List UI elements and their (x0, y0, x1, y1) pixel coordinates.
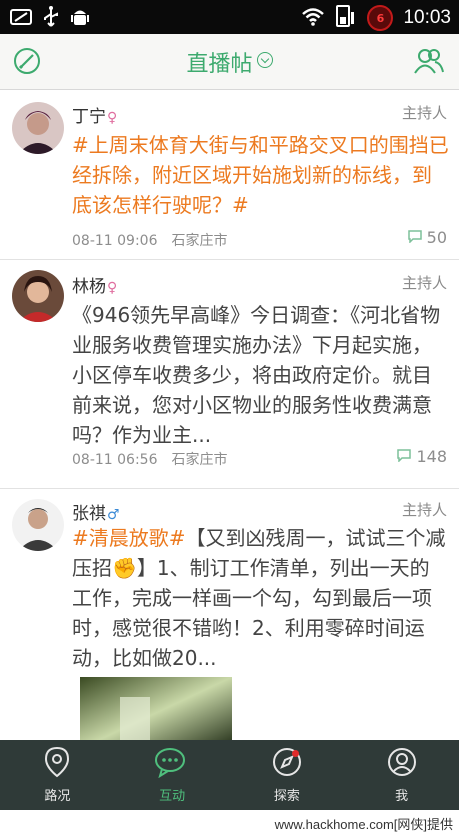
gender-male-icon: ♂ (107, 507, 120, 523)
post-meta: 08-11 06:56 石家庄市 (72, 449, 227, 469)
comment-count-text: 50 (426, 228, 447, 247)
post-content[interactable]: 《946领先早高峰》今日调查：《河北省物业服务收费管理实施办法》下月起实施，小区… (72, 300, 449, 450)
contacts-icon[interactable] (413, 46, 445, 80)
watermark-text: www.hackhome.com[网侠]提供 (274, 817, 453, 832)
comment-count[interactable]: 50 (407, 228, 447, 247)
wifi-icon (301, 6, 325, 30)
chevron-down-icon (256, 52, 273, 68)
post-image[interactable] (80, 677, 232, 740)
android-debug-icon (70, 6, 90, 32)
nav-interact-label: 互动 (159, 789, 186, 804)
page-title-text: 直播帖 (186, 52, 253, 77)
post-content[interactable]: #上周末体育大街与和平路交叉口的围挡已经拆除，附近区域开始施划新的标线，到底该怎… (72, 130, 449, 220)
post-text: 《946领先早高峰》今日调查：《河北省物业服务收费管理实施办法》下月起实施，小区… (72, 303, 441, 447)
nav-explore-label: 探索 (273, 789, 300, 804)
avatar[interactable] (12, 499, 64, 551)
post-time: 08-11 09:06 (72, 233, 158, 249)
status-bar-left-icons (10, 6, 90, 32)
profile-icon (386, 746, 418, 782)
host-badge: 主持人 (401, 104, 447, 122)
author-name-text: 林杨 (72, 277, 106, 297)
post-city: 石家庄市 (171, 233, 228, 249)
post-meta: 08-11 09:06 石家庄市 (72, 230, 227, 250)
post-item[interactable]: 丁宁♀ 主持人 #上周末体育大街与和平路交叉口的围挡已经拆除，附近区域开始施划新… (0, 90, 459, 260)
nav-me[interactable]: 我 (344, 740, 459, 810)
comment-bubble-icon (396, 447, 412, 466)
nav-me-label: 我 (395, 789, 409, 804)
comment-bubble-icon (407, 228, 423, 247)
nav-explore[interactable]: 探索 (230, 740, 345, 810)
post-city: 石家庄市 (171, 452, 228, 468)
host-badge: 主持人 (401, 501, 447, 519)
gender-female-icon: ♀ (107, 280, 118, 296)
bottom-navigation: 路况 互动 探索 我 (0, 740, 459, 810)
footer-strip: www.hackhome.com[网侠]提供 (0, 810, 459, 836)
post-time: 08-11 06:56 (72, 452, 158, 468)
host-badge: 主持人 (401, 274, 447, 292)
chat-bubbles-icon (154, 746, 190, 782)
post-item[interactable]: 张祺♂ 主持人 #清晨放歌#【又到凶残周一，试试三个减压招✊】1、制订工作清单，… (0, 489, 459, 740)
post-feed[interactable]: 丁宁♀ 主持人 #上周末体育大街与和平路交叉口的围挡已经拆除，附近区域开始施划新… (0, 90, 459, 740)
post-item[interactable]: 林杨♀ 主持人 《946领先早高峰》今日调查：《河北省物业服务收费管理实施办法》… (0, 260, 459, 489)
author-name[interactable]: 林杨♀ (72, 272, 117, 297)
battery-badge: 6 (376, 11, 385, 25)
nav-traffic[interactable]: 路况 (0, 740, 115, 810)
author-name[interactable]: 张祺♂ (72, 499, 120, 524)
hashtag-topic[interactable]: #上周末体育大街与和平路交叉口的围挡已经拆除，附近区域开始施划新的标线，到底该怎… (72, 133, 449, 217)
battery-icon: 6 (367, 5, 394, 31)
author-name[interactable]: 丁宁♀ (72, 102, 117, 127)
notification-dot (291, 750, 299, 757)
avatar[interactable] (12, 102, 64, 154)
page-title[interactable]: 直播帖 (0, 46, 459, 78)
author-name-text: 丁宁 (72, 107, 106, 127)
status-bar-right-icons: 6 10:03 (301, 4, 451, 32)
comment-count-text: 148 (416, 447, 447, 466)
status-time: 10:03 (403, 7, 451, 28)
nav-interact[interactable]: 互动 (115, 740, 230, 810)
nav-traffic-label: 路况 (44, 789, 71, 804)
signal-icon (335, 4, 357, 32)
post-content[interactable]: #清晨放歌#【又到凶残周一，试试三个减压招✊】1、制订工作清单，列出一天的工作，… (72, 523, 449, 673)
status-bar: 6 10:03 (0, 0, 459, 34)
location-pin-icon (42, 746, 72, 782)
app-header: 直播帖 (0, 34, 459, 90)
gender-female-icon: ♀ (107, 110, 118, 126)
screenshot-icon (10, 7, 32, 31)
avatar[interactable] (12, 270, 64, 322)
hashtag-topic[interactable]: #清晨放歌# (72, 526, 186, 550)
author-name-text: 张祺 (72, 504, 106, 524)
comment-count[interactable]: 148 (396, 447, 447, 466)
usb-icon (42, 6, 60, 32)
